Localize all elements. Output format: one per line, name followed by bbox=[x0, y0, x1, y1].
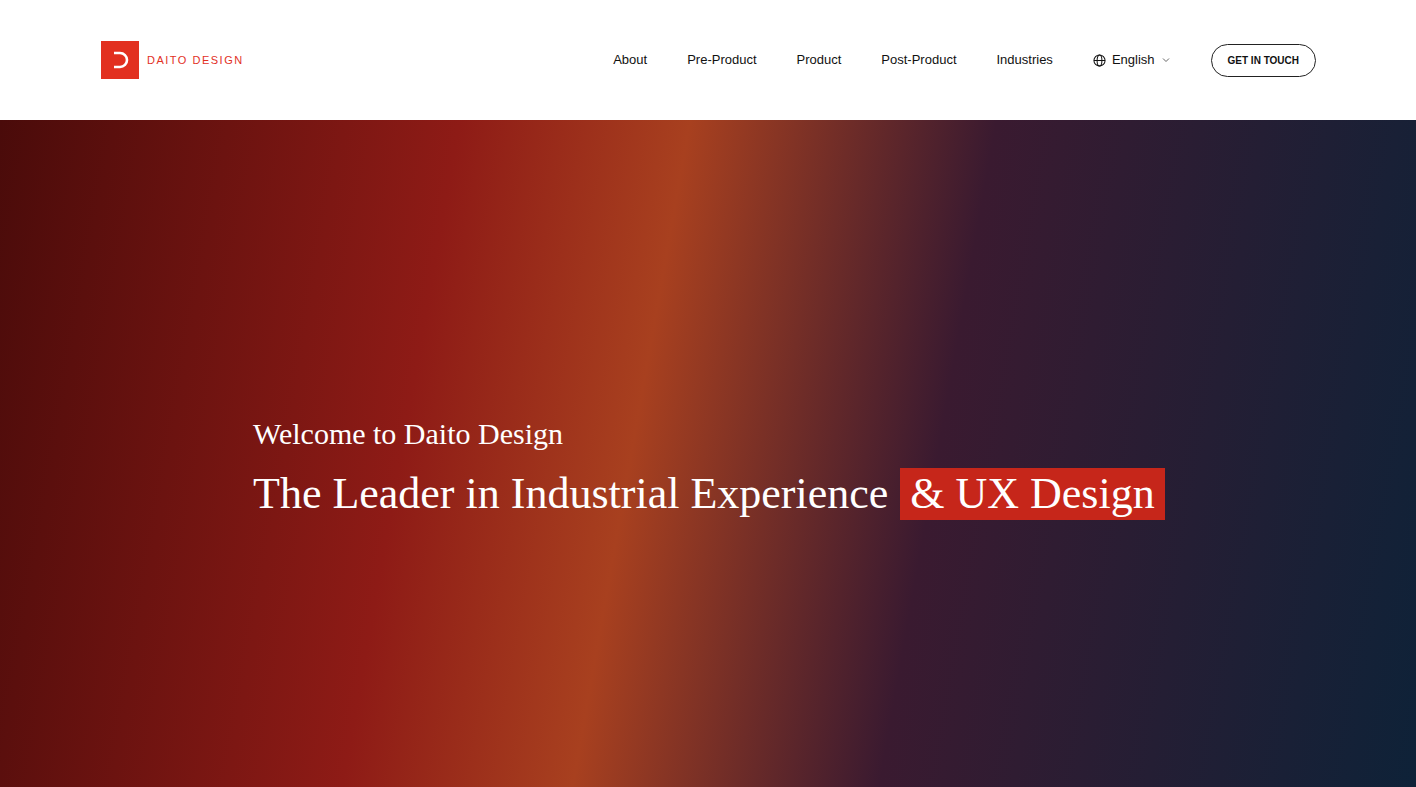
nav-item[interactable]: Post-Product bbox=[881, 50, 956, 70]
hero-text: Welcome to Daito Design The Leader in In… bbox=[253, 416, 1416, 520]
main-nav: About Pre-Product Product Post-Product Indus… bbox=[613, 50, 1053, 70]
logo[interactable]: DAITO DESIGN bbox=[101, 41, 244, 79]
logo-text: DAITO DESIGN bbox=[147, 52, 244, 69]
header-right: About Pre-Product Product Post-Product Indus… bbox=[613, 44, 1316, 77]
language-label: English bbox=[1112, 50, 1155, 70]
chevron-down-icon bbox=[1161, 55, 1171, 65]
headline-text: The Leader in Industrial Experience bbox=[253, 468, 888, 520]
nav-item[interactable]: Product bbox=[797, 50, 842, 70]
nav-item[interactable]: Pre-Product bbox=[687, 50, 756, 70]
site-header: DAITO DESIGN About Pre-Product Product Post… bbox=[0, 0, 1416, 120]
get-in-touch-button[interactable]: GET IN TOUCH bbox=[1211, 44, 1316, 77]
nav-item[interactable]: About bbox=[613, 50, 647, 70]
logo-icon bbox=[101, 41, 139, 79]
hero-headline: The Leader in Industrial Experience & UX… bbox=[253, 468, 1165, 520]
language-selector[interactable]: English bbox=[1093, 50, 1171, 70]
hero-welcome: Welcome to Daito Design bbox=[253, 416, 563, 452]
headline-highlight: & UX Design bbox=[900, 468, 1164, 520]
globe-icon bbox=[1093, 54, 1106, 67]
hero: Welcome to Daito Design The Leader in In… bbox=[0, 120, 1416, 787]
nav-item[interactable]: Industries bbox=[997, 50, 1053, 70]
